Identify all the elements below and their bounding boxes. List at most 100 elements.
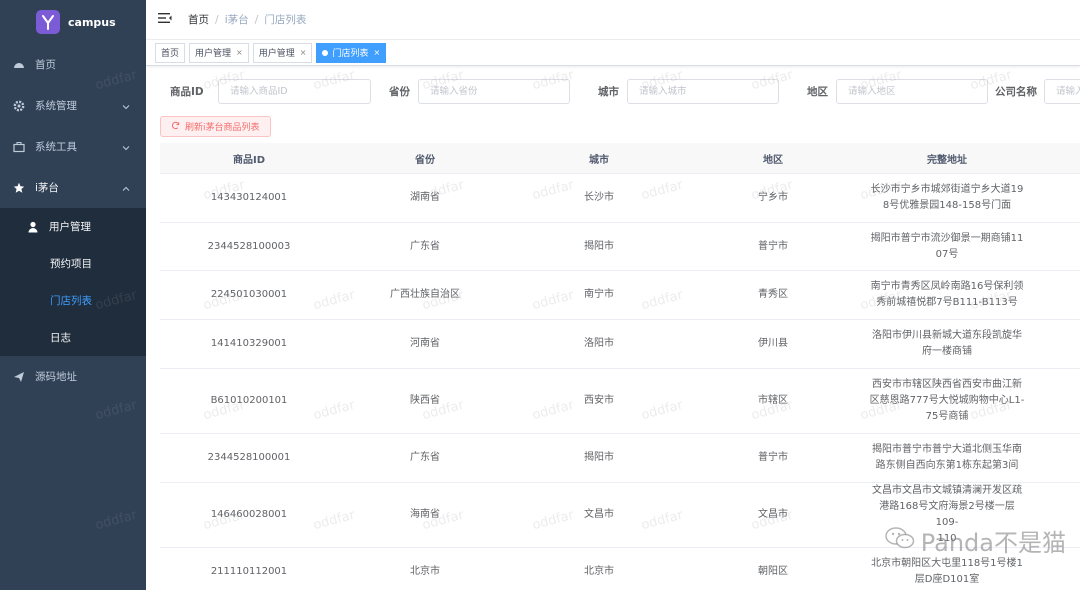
star-icon — [13, 182, 25, 194]
product-id-input[interactable]: 请输入商品ID — [218, 79, 371, 104]
table-row[interactable]: 143430124001 湖南省 长沙市 宁乡市 长沙市宁乡市城郊街道宁乡大道1… — [160, 174, 1080, 223]
cell-address: 西安市市辖区陕西省西安市曲江新 区慈恩路777号大悦城购物中心L1- 75号商铺 — [860, 377, 1034, 425]
sidebar-item-reserve[interactable]: 预约项目 — [0, 245, 146, 282]
sidebar-item-label: 用户管理 — [49, 221, 91, 233]
cell-product-id: 2344528100003 — [207, 240, 291, 252]
address-line: 洛阳市伊川县新城大道东段凯旋华 — [872, 330, 1022, 341]
table-row[interactable]: B61010200101 陕西省 西安市 市辖区 西安市市辖区陕西省西安市曲江新… — [160, 369, 1080, 434]
corner-watermark: Panda不是猫 — [884, 523, 1066, 558]
user-icon — [27, 221, 39, 233]
address-line: 区慈恩路777号大悦城购物中心L1- — [869, 395, 1025, 406]
header-province[interactable]: 省份 — [338, 151, 512, 166]
table-row[interactable]: 224501030001 广西壮族自治区 南宁市 青秀区 南宁市青秀区凤岭南路1… — [160, 271, 1080, 320]
sidebar-item-label: 日志 — [50, 332, 71, 344]
cell-product-id: B61010200101 — [210, 395, 288, 406]
address-line: 07号 — [935, 248, 959, 260]
breadcrumb-home[interactable]: 首页 — [188, 12, 209, 27]
address-line: 层D座D101室 — [914, 574, 980, 585]
close-icon[interactable]: × — [300, 48, 307, 57]
address-line: 长沙市宁乡市城郊街道宁乡大道19 — [870, 184, 1024, 195]
cell-district: 朝阳区 — [758, 566, 788, 577]
tag-stores[interactable]: 门店列表 × — [316, 42, 387, 63]
company-label: 公司名称 — [995, 86, 1037, 98]
district-input[interactable]: 请输入地区 — [836, 79, 988, 104]
field-company: 公司名称 请输入 — [995, 79, 1080, 104]
address-line: 揭阳市普宁市普宁大道北侧玉华南 — [872, 444, 1022, 455]
tag-user-mgmt[interactable]: 用户管理 × — [189, 42, 249, 63]
sidebar: campus 首页 系统管理 系统工具 i茅台 用户管理 预约项目 门店列表 日… — [0, 0, 146, 590]
province-input[interactable]: 请输入省份 — [418, 79, 570, 104]
chevron-up-icon — [122, 184, 130, 196]
imaotai-submenu: 用户管理 预约项目 门店列表 日志 — [0, 208, 146, 356]
sidebar-item-imaotai[interactable]: i茅台 — [0, 167, 146, 208]
dashboard-icon — [13, 59, 25, 71]
refresh-stores-button[interactable]: 刷新i茅台商品列表 — [160, 116, 271, 137]
search-form: 商品ID 请输入商品ID 省份 请输入省份 城市 请输入城市 地区 请输入 地区 … — [160, 79, 1080, 104]
sidebar-item-user-mgmt[interactable]: 用户管理 — [0, 208, 146, 245]
cell-district: 宁乡市 — [758, 192, 788, 203]
address-line: 文昌市文昌市文城镇清澜开发区疏 — [872, 485, 1022, 496]
header-city[interactable]: 城市 — [512, 151, 686, 166]
sidebar-item-system-tools[interactable]: 系统工具 — [0, 126, 146, 167]
wechat-icon — [884, 526, 915, 556]
logo-icon — [36, 10, 60, 34]
breadcrumb-current: 门店列表 — [264, 14, 307, 26]
logo[interactable]: campus — [0, 0, 146, 44]
city-input[interactable]: 请输入城市 — [627, 79, 779, 104]
product-id-label: 商品ID — [170, 86, 204, 98]
breadcrumb-separator: / — [254, 13, 259, 26]
cell-address: 北京市朝阳区大屯里118号1号楼1 层D座D101室 — [860, 556, 1034, 588]
sidebar-item-home[interactable]: 首页 — [0, 44, 146, 85]
sidebar-item-label: i茅台 — [35, 182, 59, 194]
address-line: 秀前城禧悦郡7号B111-B113号 — [876, 297, 1018, 308]
address-line: 西安市市辖区陕西省西安市曲江新 — [872, 379, 1022, 390]
hamburger-icon[interactable] — [158, 12, 172, 27]
company-input[interactable]: 请输入 — [1044, 79, 1080, 104]
navbar: 首页 / i茅台 / 门店列表 — [146, 0, 1080, 40]
cell-city: 北京市 — [584, 566, 614, 577]
cell-city: 洛阳市 — [584, 338, 614, 349]
cell-city: 揭阳市 — [584, 452, 614, 463]
sidebar-item-stores[interactable]: 门店列表 — [0, 282, 146, 319]
cell-district: 文昌市 — [758, 509, 788, 520]
cell-province: 广东省 — [410, 452, 440, 463]
chevron-down-icon — [122, 102, 130, 114]
table-row[interactable]: 2344528100001 广东省 揭阳市 普宁市 揭阳市普宁市普宁大道北侧玉华… — [160, 434, 1080, 483]
breadcrumb-separator: / — [215, 13, 219, 26]
active-dot-icon — [322, 49, 329, 56]
tag-home[interactable]: 首页 — [155, 42, 186, 63]
province-label: 省份 — [389, 86, 410, 98]
field-city: 城市 请输入城市 — [598, 79, 779, 104]
header-product-id[interactable]: 商品ID — [160, 151, 338, 166]
address-line: 路东侧自西向东第1栋东起第3间 — [875, 460, 1019, 471]
cell-province: 北京市 — [410, 566, 440, 577]
sidebar-item-log[interactable]: 日志 — [0, 319, 146, 356]
cell-province: 广西壮族自治区 — [390, 289, 460, 300]
sidebar-item-source[interactable]: 源码地址 — [0, 356, 146, 397]
cell-province: 海南省 — [410, 509, 440, 520]
sidebar-item-label: 系统工具 — [35, 141, 77, 153]
header-address[interactable]: 完整地址 — [860, 151, 1034, 166]
breadcrumb-imaotai: i茅台 — [224, 14, 249, 26]
sidebar-item-label: 系统管理 — [35, 100, 77, 112]
close-icon[interactable]: × — [236, 48, 243, 57]
cell-city: 揭阳市 — [584, 240, 614, 252]
refresh-label: 刷新i茅台商品列表 — [185, 123, 260, 133]
tag-user-mgmt-2[interactable]: 用户管理 × — [252, 42, 313, 63]
cell-district: 青秀区 — [758, 289, 788, 300]
field-province: 省份 请输入省份 — [389, 79, 570, 104]
close-icon[interactable]: × — [373, 48, 380, 57]
cell-district: 伊川县 — [758, 338, 788, 349]
table-header: 商品ID 省份 城市 地区 完整地址 — [160, 143, 1080, 174]
sidebar-item-system-mgmt[interactable]: 系统管理 — [0, 85, 146, 126]
header-district[interactable]: 地区 — [686, 151, 860, 166]
cell-address: 揭阳市普宁市普宁大道北侧玉华南 路东侧自西向东第1栋东起第3间 — [860, 442, 1034, 474]
table-row[interactable]: 141410329001 河南省 洛阳市 伊川县 洛阳市伊川县新城大道东段凯旋华… — [160, 320, 1080, 369]
cell-district: 普宁市 — [758, 452, 788, 463]
tag-label: 门店列表 — [332, 49, 369, 59]
table-row[interactable]: 2344528100003 广东省 揭阳市 普宁市 揭阳市普宁市流沙御景一期商铺… — [160, 223, 1080, 271]
cell-address: 揭阳市普宁市流沙御景一期商铺11 07号 — [860, 231, 1034, 263]
tags-view: 首页 用户管理 × 用户管理 × 门店列表 × — [146, 40, 1080, 66]
cell-city: 南宁市 — [584, 289, 614, 300]
district-label: 地区 — [807, 86, 828, 98]
